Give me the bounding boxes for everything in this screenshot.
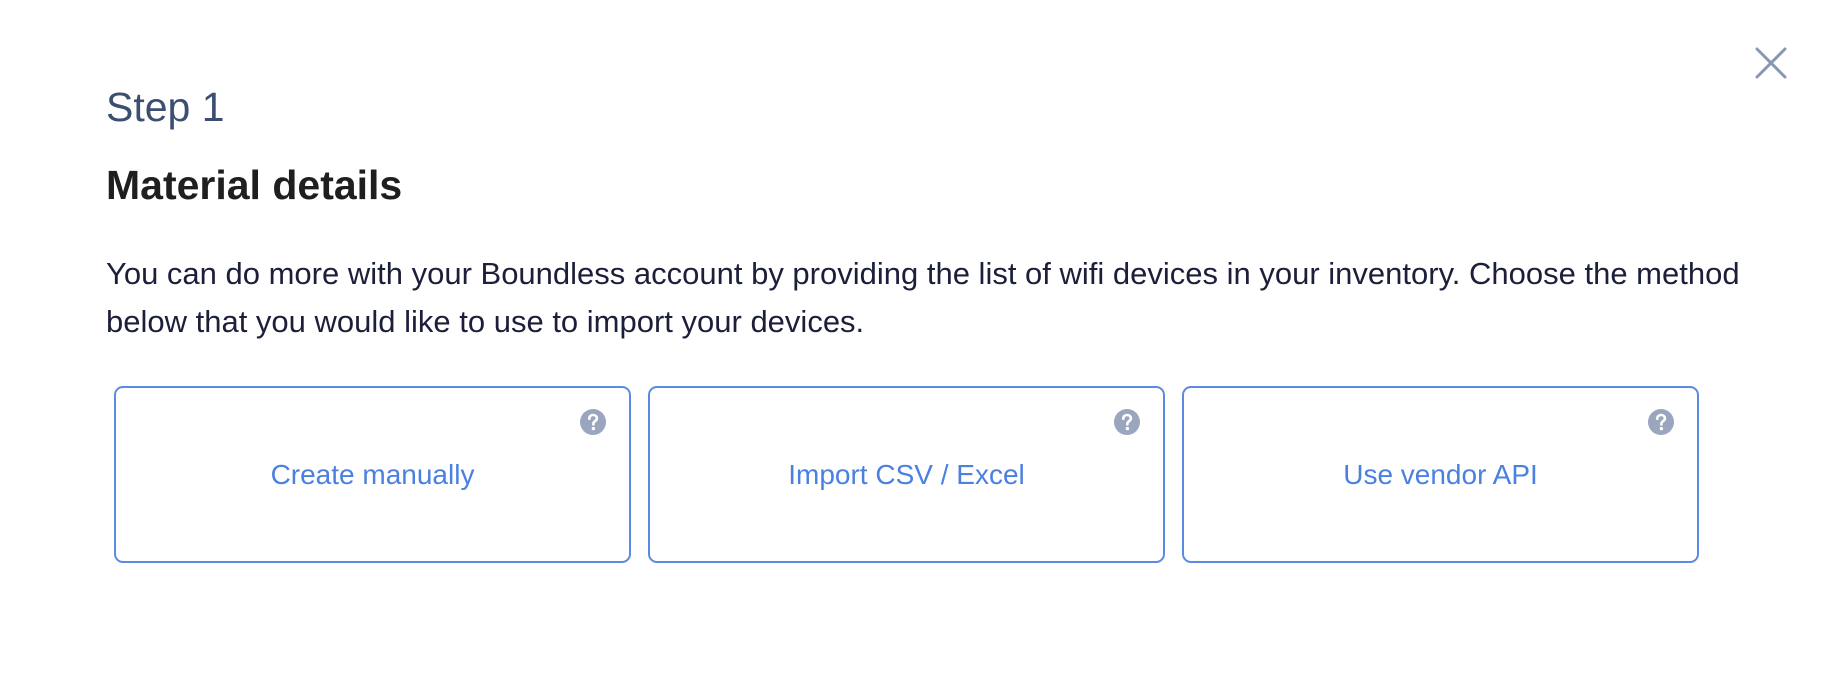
option-label: Create manually <box>270 458 475 490</box>
option-label: Use vendor API <box>1343 458 1538 490</box>
import-csv-excel-option[interactable]: Import CSV / Excel <box>648 386 1165 563</box>
step-label: Step 1 <box>106 84 225 130</box>
create-manually-option[interactable]: Create manually <box>114 386 631 563</box>
close-button[interactable] <box>1754 46 1788 80</box>
import-devices-modal: Step 1 Material details You can do more … <box>0 0 1832 682</box>
help-icon[interactable] <box>579 408 607 436</box>
section-title: Material details <box>106 162 403 208</box>
import-method-options: Create manually Import CSV / Excel Use v… <box>114 386 1699 563</box>
help-icon[interactable] <box>1647 408 1675 436</box>
use-vendor-api-option[interactable]: Use vendor API <box>1182 386 1699 563</box>
close-icon <box>1755 47 1787 79</box>
description-text: You can do more with your Boundless acco… <box>106 256 1740 339</box>
option-label: Import CSV / Excel <box>788 458 1025 490</box>
help-icon[interactable] <box>1113 408 1141 436</box>
